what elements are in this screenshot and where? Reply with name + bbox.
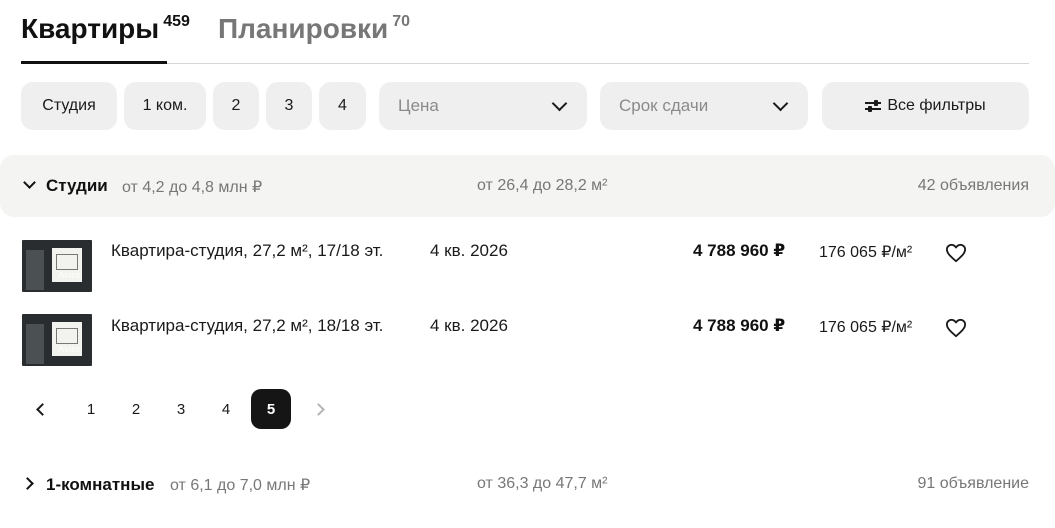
listing-price-per-m2: 176 065 ₽/м² <box>819 244 913 261</box>
listing-row[interactable]: Avito Квартира-студия, 27,2 м², 17/18 эт… <box>0 238 1055 298</box>
sliders-icon <box>865 99 882 113</box>
listing-price: 4 788 960 ₽ <box>693 241 786 260</box>
group-count: 91 объявление <box>917 475 1029 492</box>
deadline-select-placeholder: Срок сдачи <box>619 96 709 115</box>
chevron-down-icon <box>551 95 568 111</box>
listing-thumbnail[interactable]: Avito <box>22 314 92 366</box>
tabs-bar: Квартиры 459 Планировки 70 <box>21 8 1029 66</box>
room-filter-studio[interactable]: Студия <box>21 82 117 130</box>
listing-completion-date: 4 кв. 2026 <box>430 241 508 260</box>
chevron-down-icon <box>772 95 789 111</box>
listing-price-per-m2: 176 065 ₽/м² <box>819 319 913 336</box>
all-filters-button[interactable]: Все фильтры <box>822 82 1029 130</box>
tab-layouts[interactable]: Планировки 70 <box>218 13 410 45</box>
pagination-page[interactable]: 4 <box>206 389 246 429</box>
tab-layouts-count: 70 <box>392 13 411 30</box>
active-tab-indicator <box>21 61 167 64</box>
heart-icon[interactable] <box>945 318 967 338</box>
heart-icon[interactable] <box>945 243 967 263</box>
group-area-range: от 36,3 до 47,7 м² <box>477 475 608 492</box>
group-studios-header[interactable]: Студии от 4,2 до 4,8 млн ₽ от 26,4 до 28… <box>0 155 1055 217</box>
thumbnail-watermark: Avito <box>58 270 81 280</box>
pagination-next-button[interactable] <box>300 389 340 429</box>
room-filter-label: 3 <box>284 97 294 114</box>
group-area-range: от 26,4 до 28,2 м² <box>477 177 608 194</box>
room-filter-2[interactable]: 2 <box>213 82 259 130</box>
tab-layouts-label: Планировки <box>218 13 389 44</box>
group-one-room-header[interactable]: 1-комнатные от 6,1 до 7,0 млн ₽ от 36,3 … <box>0 453 1055 515</box>
chevron-left-icon <box>35 402 49 416</box>
pagination-page[interactable]: 1 <box>71 389 111 429</box>
tab-apartments-label: Квартиры <box>21 13 160 44</box>
all-filters-label: Все фильтры <box>887 97 986 114</box>
group-count: 42 объявления <box>917 177 1029 194</box>
pagination-page-current[interactable]: 5 <box>251 389 291 429</box>
listing-row[interactable]: Avito Квартира-студия, 27,2 м², 18/18 эт… <box>0 312 1055 372</box>
group-title: Студии <box>46 176 108 195</box>
pagination-page[interactable]: 2 <box>116 389 156 429</box>
chevron-down-icon <box>23 176 36 189</box>
room-filter-label: 1 ком. <box>142 97 188 114</box>
room-filter-label: Студия <box>42 97 96 114</box>
listing-completion-date: 4 кв. 2026 <box>430 316 508 335</box>
price-select-placeholder: Цена <box>398 96 439 115</box>
room-filter-1[interactable]: 1 ком. <box>124 82 206 130</box>
tab-apartments-count: 459 <box>163 13 190 30</box>
group-price-range: от 6,1 до 7,0 млн ₽ <box>170 477 311 494</box>
room-filter-4[interactable]: 4 <box>319 82 366 130</box>
listing-title[interactable]: Квартира-студия, 27,2 м², 17/18 эт. <box>111 241 383 261</box>
price-select[interactable]: Цена <box>379 82 587 130</box>
listing-title[interactable]: Квартира-студия, 27,2 м², 18/18 эт. <box>111 316 383 336</box>
group-title: 1-комнатные <box>46 475 155 494</box>
chevron-right-icon <box>21 477 34 490</box>
thumbnail-watermark: Avito <box>58 344 81 354</box>
listing-thumbnail[interactable]: Avito <box>22 240 92 292</box>
group-price-range: от 4,2 до 4,8 млн ₽ <box>122 179 263 196</box>
deadline-select[interactable]: Срок сдачи <box>600 82 808 130</box>
listing-price: 4 788 960 ₽ <box>693 316 786 335</box>
room-filter-label: 2 <box>231 97 241 114</box>
tab-apartments[interactable]: Квартиры 459 <box>21 13 190 45</box>
pagination-prev-button[interactable] <box>20 389 60 429</box>
tabs-divider <box>21 63 1029 64</box>
room-filter-3[interactable]: 3 <box>266 82 312 130</box>
room-filter-label: 4 <box>338 97 347 114</box>
pagination-page[interactable]: 3 <box>161 389 201 429</box>
chevron-right-icon <box>311 402 325 416</box>
